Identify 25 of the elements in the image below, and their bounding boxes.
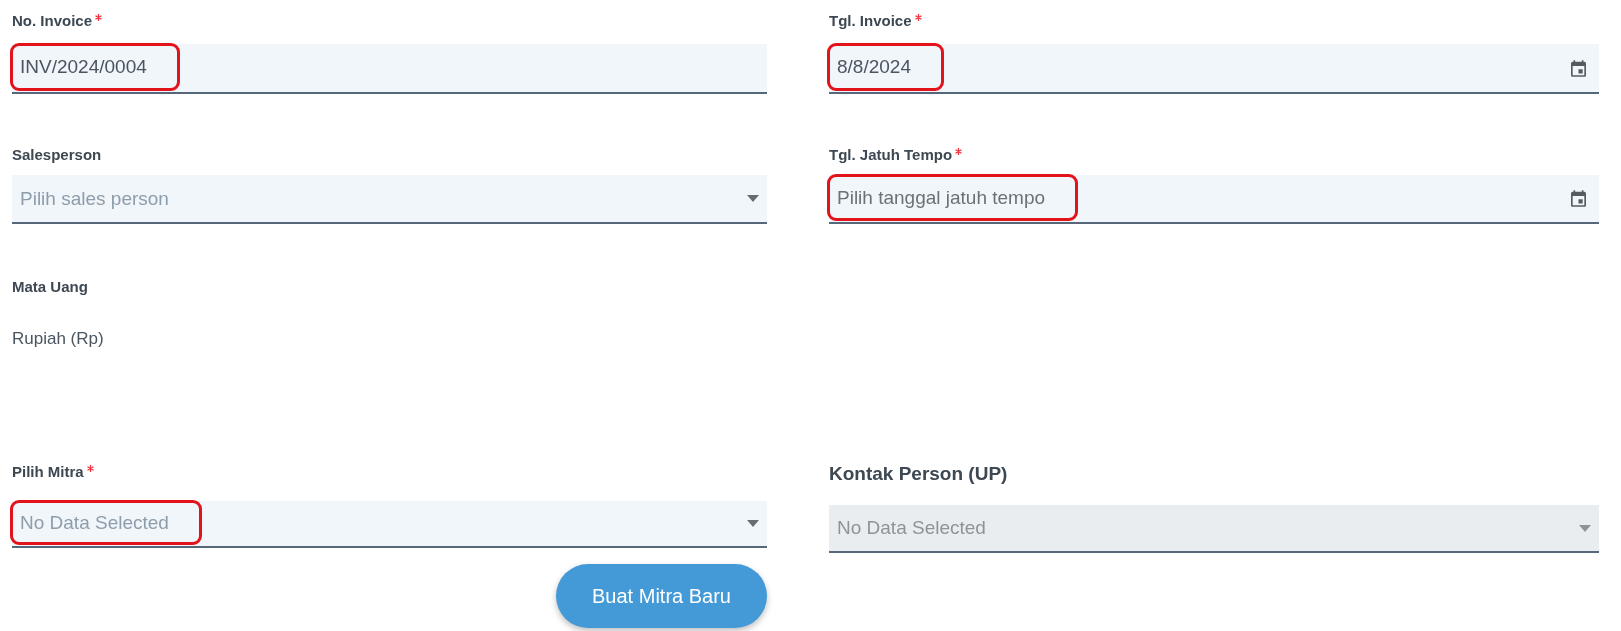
caret-down-icon xyxy=(1579,524,1591,532)
caret-down-icon xyxy=(747,195,759,202)
field-label: No. Invoice xyxy=(12,11,93,31)
dropdown-field[interactable]: Pilih sales person xyxy=(12,175,767,224)
field-label: Pilih Mitra xyxy=(12,462,84,482)
dropdown-field[interactable]: No Data Selected xyxy=(12,501,767,548)
field-label: Kontak Person (UP) xyxy=(829,462,1008,486)
caret-down-icon xyxy=(747,520,759,527)
calendar-icon xyxy=(1571,59,1586,77)
placeholder-text: Pilih tanggal jatuh tempo xyxy=(837,185,1046,210)
date-field[interactable]: Pilih tanggal jatuh tempo xyxy=(829,175,1599,224)
placeholder-text: No Data Selected xyxy=(20,510,169,535)
field-label: Tgl. Invoice xyxy=(829,11,912,31)
date-field[interactable]: 8/8/2024 xyxy=(829,44,1599,94)
field-value: INV/2024/0004 xyxy=(20,55,147,79)
input-field[interactable]: INV/2024/0004 xyxy=(12,44,767,94)
calendar-icon xyxy=(1571,190,1586,207)
placeholder-text: Pilih sales person xyxy=(20,186,169,211)
field-label: Tgl. Jatuh Tempo xyxy=(829,145,953,165)
field-value: Rupiah (Rp) xyxy=(12,328,104,350)
field-label: Mata Uang xyxy=(12,277,88,297)
new-partner-button[interactable]: Buat Mitra Baru xyxy=(556,564,767,628)
field-value: 8/8/2024 xyxy=(837,55,911,79)
field-label: Salesperson xyxy=(12,145,102,165)
placeholder-text: No Data Selected xyxy=(837,516,986,540)
